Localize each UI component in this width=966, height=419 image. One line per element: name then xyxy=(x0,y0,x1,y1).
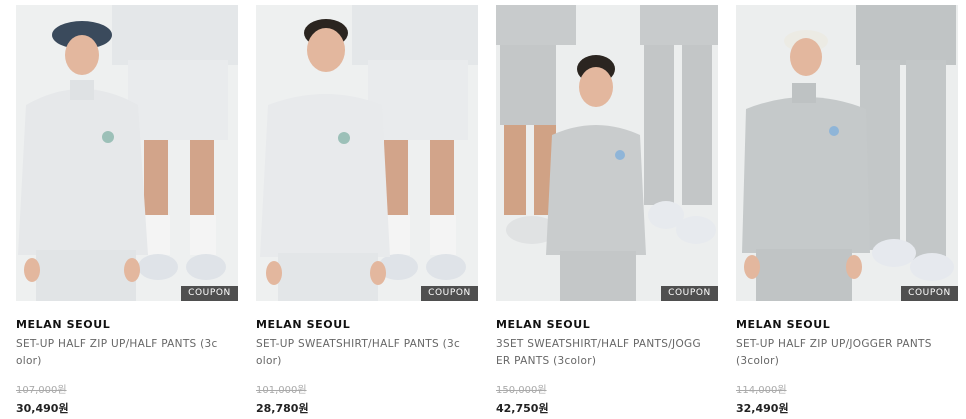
product-name[interactable]: SET-UP HALF ZIP UP/JOGGER PANTS (3color) xyxy=(736,336,942,370)
product-image[interactable]: COUPON xyxy=(16,5,238,301)
sale-price: 30,490원 xyxy=(16,402,69,415)
product-name[interactable]: SET-UP SWEATSHIRT/HALF PANTS (3color) xyxy=(256,336,462,370)
original-price: 107,000원 xyxy=(16,385,67,396)
product-card[interactable]: COUPON MELAN SEOUL SET-UP HALF ZIP UP/JO… xyxy=(736,5,959,416)
original-price: 150,000원 xyxy=(496,385,547,396)
coupon-badge: COUPON xyxy=(901,286,958,301)
coupon-badge: COUPON xyxy=(181,286,238,301)
product-card[interactable]: COUPON MELAN SEOUL SET-UP HALF ZIP UP/HA… xyxy=(16,5,239,416)
product-image[interactable]: COUPON xyxy=(256,5,478,301)
product-name[interactable]: 3SET SWEATSHIRT/HALF PANTS/JOGGER PANTS … xyxy=(496,336,702,370)
brand-name[interactable]: MELAN SEOUL xyxy=(736,318,959,331)
product-grid: COUPON MELAN SEOUL SET-UP HALF ZIP UP/HA… xyxy=(0,0,966,419)
model-photo xyxy=(736,5,958,301)
product-image[interactable]: COUPON xyxy=(736,5,958,301)
product-card[interactable]: COUPON MELAN SEOUL SET-UP SWEATSHIRT/HAL… xyxy=(256,5,479,416)
coupon-badge: COUPON xyxy=(421,286,478,301)
model-photo xyxy=(256,5,478,301)
original-price: 114,000원 xyxy=(736,385,787,396)
brand-name[interactable]: MELAN SEOUL xyxy=(256,318,479,331)
sale-price: 32,490원 xyxy=(736,402,789,415)
model-photo xyxy=(496,5,718,301)
product-image[interactable]: COUPON xyxy=(496,5,718,301)
original-price: 101,000원 xyxy=(256,385,307,396)
product-card[interactable]: COUPON MELAN SEOUL 3SET SWEATSHIRT/HALF … xyxy=(496,5,719,416)
sale-price: 28,780원 xyxy=(256,402,309,415)
model-photo xyxy=(16,5,238,301)
sale-price: 42,750원 xyxy=(496,402,549,415)
product-name[interactable]: SET-UP HALF ZIP UP/HALF PANTS (3color) xyxy=(16,336,222,370)
brand-name[interactable]: MELAN SEOUL xyxy=(496,318,719,331)
coupon-badge: COUPON xyxy=(661,286,718,301)
brand-name[interactable]: MELAN SEOUL xyxy=(16,318,239,331)
